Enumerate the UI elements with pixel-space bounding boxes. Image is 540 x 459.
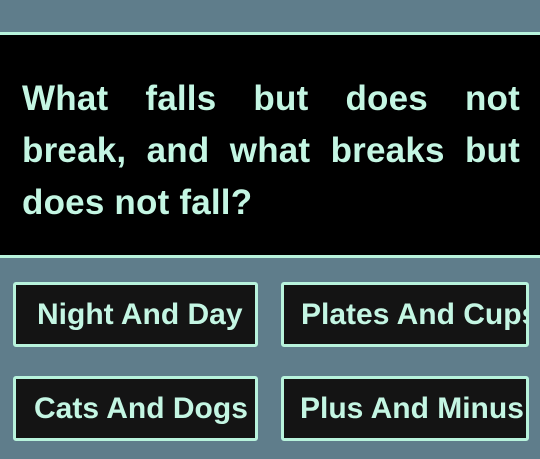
answer-label: Plus And Minus — [300, 391, 524, 425]
question-panel: What falls but does not break, and what … — [0, 32, 540, 258]
answer-label: Plates And Cups — [301, 297, 529, 331]
answer-button-plates-and-cups[interactable]: Plates And Cups — [281, 282, 529, 347]
question-text: What falls but does not break, and what … — [22, 79, 520, 222]
answer-button-cats-and-dogs[interactable]: Cats And Dogs — [13, 376, 258, 441]
answer-button-plus-and-minus[interactable]: Plus And Minus — [281, 376, 529, 441]
answer-button-night-and-day[interactable]: Night And Day — [13, 282, 258, 347]
answer-label: Night And Day — [37, 297, 243, 331]
answer-label: Cats And Dogs — [34, 391, 248, 425]
